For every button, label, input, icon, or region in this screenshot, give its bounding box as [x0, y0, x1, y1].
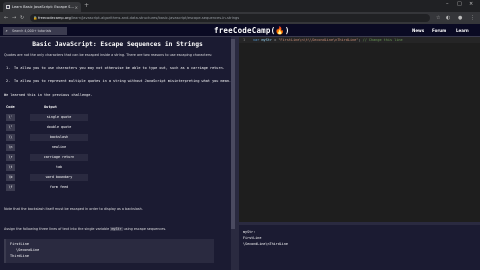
reason-text: To allow you to use characters you may n… — [14, 66, 225, 70]
code-cell: \" — [6, 123, 15, 131]
output-cell: double quote — [30, 123, 88, 131]
reason-number: 1. — [6, 66, 11, 70]
nav-link-news[interactable]: News — [412, 28, 424, 33]
output-cell: backslash — [30, 133, 88, 141]
output-cell: single quote — [30, 113, 88, 121]
code-cell: \b — [6, 173, 15, 181]
star-icon[interactable]: ☆ — [436, 15, 440, 21]
profile-icon[interactable]: ● — [458, 15, 462, 21]
code-cell: \\ — [6, 133, 15, 141]
output-cell: form feed — [30, 183, 88, 191]
assignment-pre: Assign the following three lines of text… — [4, 227, 110, 231]
reason-item: 2. To allow you to represent multiple qu… — [4, 79, 232, 90]
favicon-icon — [6, 5, 10, 9]
example-line: \SecondLine — [16, 248, 40, 252]
reason-text: To allow you to represent multiple quote… — [14, 79, 232, 83]
minimize-button[interactable]: – — [446, 1, 449, 7]
code-keyword: var — [253, 38, 260, 42]
lock-icon: 🔒 — [33, 15, 38, 20]
forward-icon[interactable]: → — [12, 15, 16, 21]
table-row: \' single quote — [4, 113, 104, 121]
menu-icon[interactable]: ⋮ — [470, 15, 475, 21]
output-cell: word boundary — [30, 173, 88, 181]
learned-text: We learned this in the previous challeng… — [4, 93, 93, 97]
table-row: \r carriage return — [4, 153, 104, 161]
output-cell: carriage return — [30, 153, 88, 161]
table-row: \t tab — [4, 163, 104, 171]
table-row: \n newline — [4, 143, 104, 151]
console-line: \SecondLine\nThirdLine — [243, 242, 288, 246]
search-placeholder: Search 4,000+ tutorials — [12, 28, 52, 33]
site-logo[interactable]: freeCodeCamp(🔥) — [214, 26, 290, 35]
instructions-pane[interactable]: Basic JavaScript: Escape Sequences in St… — [0, 37, 235, 270]
console-output: myStr: FirstLine \SecondLine\nThirdLine — [239, 225, 480, 270]
code-cell: \r — [6, 153, 15, 161]
back-icon[interactable]: ← — [4, 15, 8, 21]
new-tab-button[interactable]: + — [84, 2, 89, 9]
code-line: 1 var myStr = "FirstLine\n\t\\SecondLine… — [239, 38, 480, 43]
nav-link-forum[interactable]: Forum — [432, 28, 446, 33]
code-cell: \t — [6, 163, 15, 171]
code-column-header: Code — [6, 105, 15, 109]
example-line: FirstLine — [10, 242, 29, 246]
table-row: \" double quote — [4, 123, 104, 131]
example-line: ThirdLine — [10, 254, 29, 258]
reason-number: 2. — [6, 79, 11, 83]
close-window-button[interactable]: × — [469, 1, 473, 7]
assignment-var: myStr — [110, 227, 123, 231]
output-cell: newline — [30, 143, 88, 151]
browser-tab-strip: Learn Basic JavaScript: Escape S… × + – … — [0, 0, 480, 12]
address-bar-row: ← → ↻ 🔒 freecodecamp.org/learn/javascrip… — [0, 12, 480, 24]
code-cell: \n — [6, 143, 15, 151]
extensions-icon[interactable]: ◐ — [446, 15, 450, 21]
search-icon: ⌕ — [5, 28, 8, 33]
code-comment: // Change this line — [360, 38, 403, 42]
browser-tab[interactable]: Learn Basic JavaScript: Escape S… × — [3, 2, 81, 12]
url-host: freecodecamp.org — [38, 16, 71, 20]
tab-title: Learn Basic JavaScript: Escape S… — [12, 5, 75, 9]
example-code-block: FirstLine \SecondLine ThirdLine — [4, 239, 214, 263]
console-line: myStr: — [243, 230, 256, 234]
tab-close-icon[interactable]: × — [75, 5, 78, 10]
assignment-text: Assign the following three lines of text… — [4, 227, 226, 232]
output-column-header: Output — [44, 105, 57, 109]
nav-link-learn[interactable]: Learn — [456, 28, 469, 33]
reason-item: 1. To allow you to use characters you ma… — [4, 66, 232, 77]
table-row: \b word boundary — [4, 173, 104, 181]
code-cell: \' — [6, 113, 15, 121]
code-string: "FirstLine\n\t\\SecondLine\nThirdLine" — [278, 38, 359, 42]
address-bar[interactable]: 🔒 freecodecamp.org/learn/javascript-algo… — [30, 14, 430, 22]
challenge-title: Basic JavaScript: Escape Sequences in St… — [32, 41, 203, 48]
search-input[interactable]: ⌕ Search 4,000+ tutorials — [3, 26, 67, 35]
output-cell: tab — [30, 163, 88, 171]
note-text: Note that the backslash itself must be e… — [4, 207, 143, 211]
table-row: \f form feed — [4, 183, 104, 191]
code-text[interactable]: var myStr = "FirstLine\n\t\\SecondLine\n… — [253, 38, 403, 42]
intro-text: Quotes are not the only characters that … — [4, 53, 213, 57]
code-variable: myStr — [261, 38, 272, 42]
assignment-post: using escape sequences. — [123, 227, 167, 231]
reload-icon[interactable]: ↻ — [20, 15, 24, 21]
maximize-button[interactable]: □ — [457, 1, 462, 7]
line-number: 1 — [243, 38, 246, 42]
console-line: FirstLine — [243, 236, 262, 240]
table-row: \\ backslash — [4, 133, 104, 141]
site-navbar: ⌕ Search 4,000+ tutorials freeCodeCamp(🔥… — [0, 24, 480, 37]
code-cell: \f — [6, 183, 15, 191]
url-path: /learn/javascript-algorithms-and-data-st… — [70, 16, 240, 20]
